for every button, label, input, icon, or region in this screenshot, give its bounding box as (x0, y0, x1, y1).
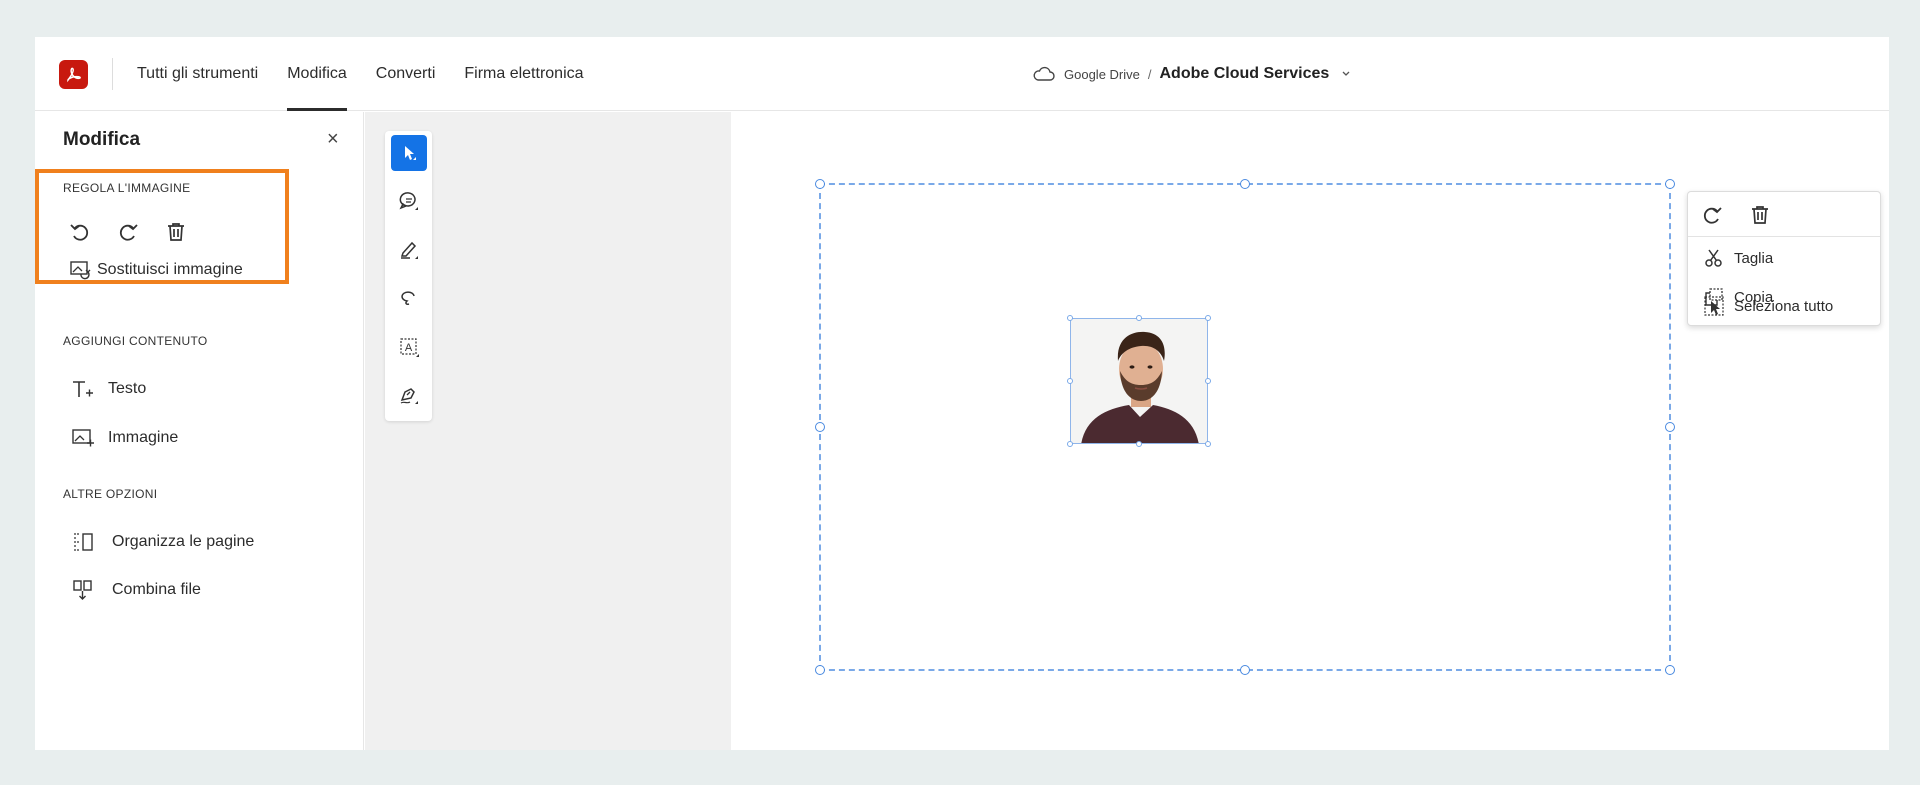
nav-converti[interactable]: Converti (376, 37, 436, 111)
replace-image-icon (69, 258, 91, 282)
replace-image-button[interactable]: Sostituisci immagine (69, 258, 243, 282)
comment-tool-icon[interactable] (391, 183, 427, 219)
text-box-tool-icon[interactable]: A (391, 329, 427, 365)
image-resize-handle[interactable] (1136, 315, 1142, 321)
acrobat-icon (66, 67, 81, 82)
select-all-label: Seleziona tutto (1734, 297, 1834, 315)
resize-handle[interactable] (1665, 665, 1675, 675)
section-more-options: ALTRE OPZIONI (63, 487, 158, 501)
add-text-label: Testo (108, 380, 147, 397)
main-nav: Tutti gli strumenti Modifica Converti Fi… (137, 37, 613, 111)
combine-files-icon (70, 578, 96, 602)
image-resize-handle[interactable] (1067, 378, 1073, 384)
organize-pages-label: Organizza le pagine (112, 533, 255, 550)
resize-handle[interactable] (1665, 422, 1675, 432)
chevron-down-icon[interactable] (1341, 70, 1351, 78)
section-add-content: AGGIUNGI CONTENUTO (63, 334, 208, 348)
breadcrumb: Google Drive / Adobe Cloud Services (1033, 37, 1351, 111)
trash-icon[interactable] (1746, 201, 1774, 229)
resize-handle[interactable] (815, 665, 825, 675)
rotate-right-icon[interactable] (1698, 201, 1726, 229)
close-icon[interactable]: × (327, 128, 339, 151)
page-selection-box[interactable] (819, 183, 1671, 671)
breadcrumb-separator: / (1147, 66, 1152, 82)
image-resize-handle[interactable] (1205, 441, 1211, 447)
portrait-image[interactable] (1070, 318, 1208, 444)
breadcrumb-location[interactable]: Google Drive (1064, 67, 1140, 82)
rotate-right-icon[interactable] (114, 218, 142, 246)
edit-panel: Modifica × REGOLA L'IMMAGINE Sostituisci… (35, 112, 364, 750)
nav-modifica[interactable]: Modifica (287, 37, 347, 111)
resize-handle[interactable] (1240, 179, 1250, 189)
resize-handle[interactable] (815, 179, 825, 189)
sign-tool-icon[interactable] (391, 377, 427, 413)
acrobat-app: Tutti gli strumenti Modifica Converti Fi… (35, 37, 1889, 750)
resize-handle[interactable] (1240, 665, 1250, 675)
nav-tutti-gli-strumenti[interactable]: Tutti gli strumenti (137, 37, 258, 111)
logo-divider (112, 58, 113, 90)
select-all-icon (1702, 295, 1726, 317)
add-text-button[interactable]: Testo (70, 377, 146, 401)
resize-handle[interactable] (815, 422, 825, 432)
image-resize-handle[interactable] (1067, 315, 1073, 321)
lasso-tool-icon[interactable] (391, 280, 427, 316)
svg-text:A: A (405, 342, 413, 354)
add-image-icon (70, 426, 96, 450)
section-adjust-image: REGOLA L'IMMAGINE (63, 181, 191, 195)
scissors-icon (1702, 247, 1726, 269)
rotate-left-icon[interactable] (66, 218, 94, 246)
combine-files-button[interactable]: Combina file (70, 578, 201, 602)
quick-tools: A (385, 131, 432, 421)
combine-files-label: Combina file (112, 581, 201, 598)
top-bar: Tutti gli strumenti Modifica Converti Fi… (35, 37, 1889, 111)
cut-label: Taglia (1734, 249, 1774, 267)
image-resize-handle[interactable] (1067, 441, 1073, 447)
add-text-icon (70, 377, 96, 401)
image-resize-handle[interactable] (1205, 315, 1211, 321)
panel-title: Modifica (63, 129, 141, 150)
cloud-icon (1033, 66, 1055, 81)
organize-pages-icon (70, 530, 96, 554)
document-title[interactable]: Adobe Cloud Services (1160, 65, 1330, 83)
context-menu-toolbar (1688, 192, 1880, 237)
cut-menu-item[interactable]: Taglia (1702, 247, 1773, 269)
organize-pages-button[interactable]: Organizza le pagine (70, 530, 254, 554)
portrait-photo (1071, 319, 1207, 443)
select-all-menu-item[interactable]: Seleziona tutto (1702, 295, 1833, 317)
image-resize-handle[interactable] (1205, 378, 1211, 384)
highlight-tool-icon[interactable] (391, 232, 427, 268)
trash-icon[interactable] (162, 218, 190, 246)
nav-firma-elettronica[interactable]: Firma elettronica (464, 37, 583, 111)
add-image-button[interactable]: Immagine (70, 426, 178, 450)
acrobat-logo[interactable] (59, 60, 88, 89)
resize-handle[interactable] (1665, 179, 1675, 189)
context-menu: Taglia Copia Seleziona tutto (1687, 191, 1881, 326)
replace-image-label: Sostituisci immagine (97, 261, 243, 278)
select-tool-icon[interactable] (391, 135, 427, 171)
image-resize-handle[interactable] (1136, 441, 1142, 447)
add-image-label: Immagine (108, 429, 179, 446)
tool-area: A (365, 112, 731, 750)
